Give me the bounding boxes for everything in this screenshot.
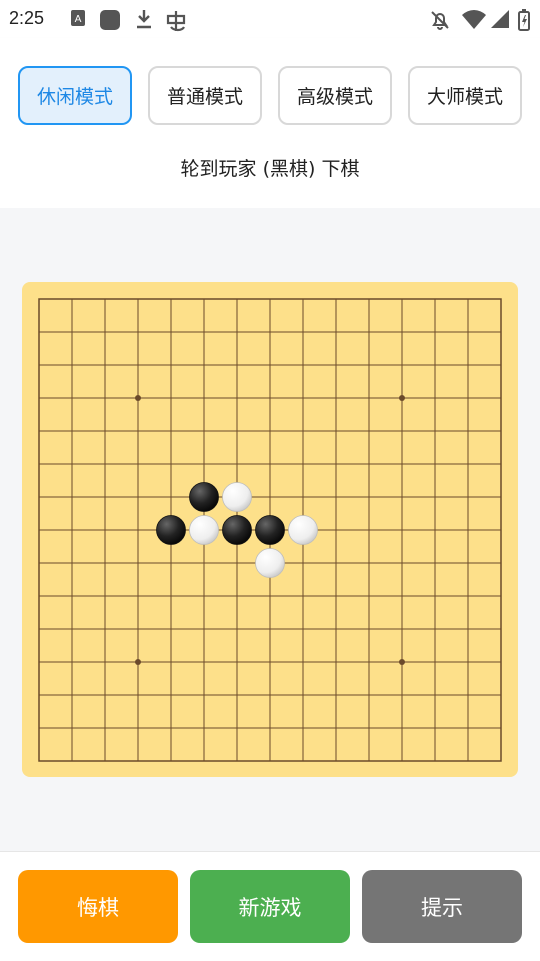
wifi-icon: [462, 10, 486, 29]
white-stone: [288, 515, 318, 545]
svg-text:A: A: [75, 14, 82, 25]
new-game-button[interactable]: 新游戏: [190, 870, 350, 943]
star-point: [135, 395, 141, 401]
cell-signal-icon: [491, 10, 509, 28]
black-stone: [255, 515, 285, 545]
black-stone: [156, 515, 186, 545]
mode-button-normal[interactable]: 普通模式: [148, 66, 262, 125]
notifications-off-icon: [431, 11, 449, 30]
gomoku-board[interactable]: [22, 282, 518, 777]
star-point: [399, 659, 405, 665]
keyboard-app-icon: A: [71, 10, 85, 26]
app-square-icon: [100, 10, 120, 30]
white-stone: [222, 482, 252, 512]
action-bar: 悔棋 新游戏 提示: [0, 851, 540, 961]
battery-icon: [518, 9, 530, 31]
undo-button[interactable]: 悔棋: [18, 870, 178, 943]
mode-button-casual[interactable]: 休闲模式: [18, 66, 132, 125]
board-canvas[interactable]: [22, 282, 518, 777]
download-icon: [137, 10, 151, 29]
star-point: [135, 659, 141, 665]
bug-icon: [166, 11, 186, 32]
status-bar: 2:25 A: [0, 0, 540, 38]
status-time: 2:25: [9, 8, 45, 28]
mode-panel: 休闲模式 普通模式 高级模式 大师模式 轮到玩家 (黑棋) 下棋: [0, 38, 540, 208]
mode-button-advanced[interactable]: 高级模式: [278, 66, 392, 125]
board-area: [0, 208, 540, 851]
turn-indicator: 轮到玩家 (黑棋) 下棋: [180, 158, 360, 180]
white-stone: [255, 548, 285, 578]
hint-button[interactable]: 提示: [362, 870, 522, 943]
black-stone: [189, 482, 219, 512]
mode-button-master[interactable]: 大师模式: [408, 66, 522, 125]
star-point: [399, 395, 405, 401]
white-stone: [189, 515, 219, 545]
black-stone: [222, 515, 252, 545]
